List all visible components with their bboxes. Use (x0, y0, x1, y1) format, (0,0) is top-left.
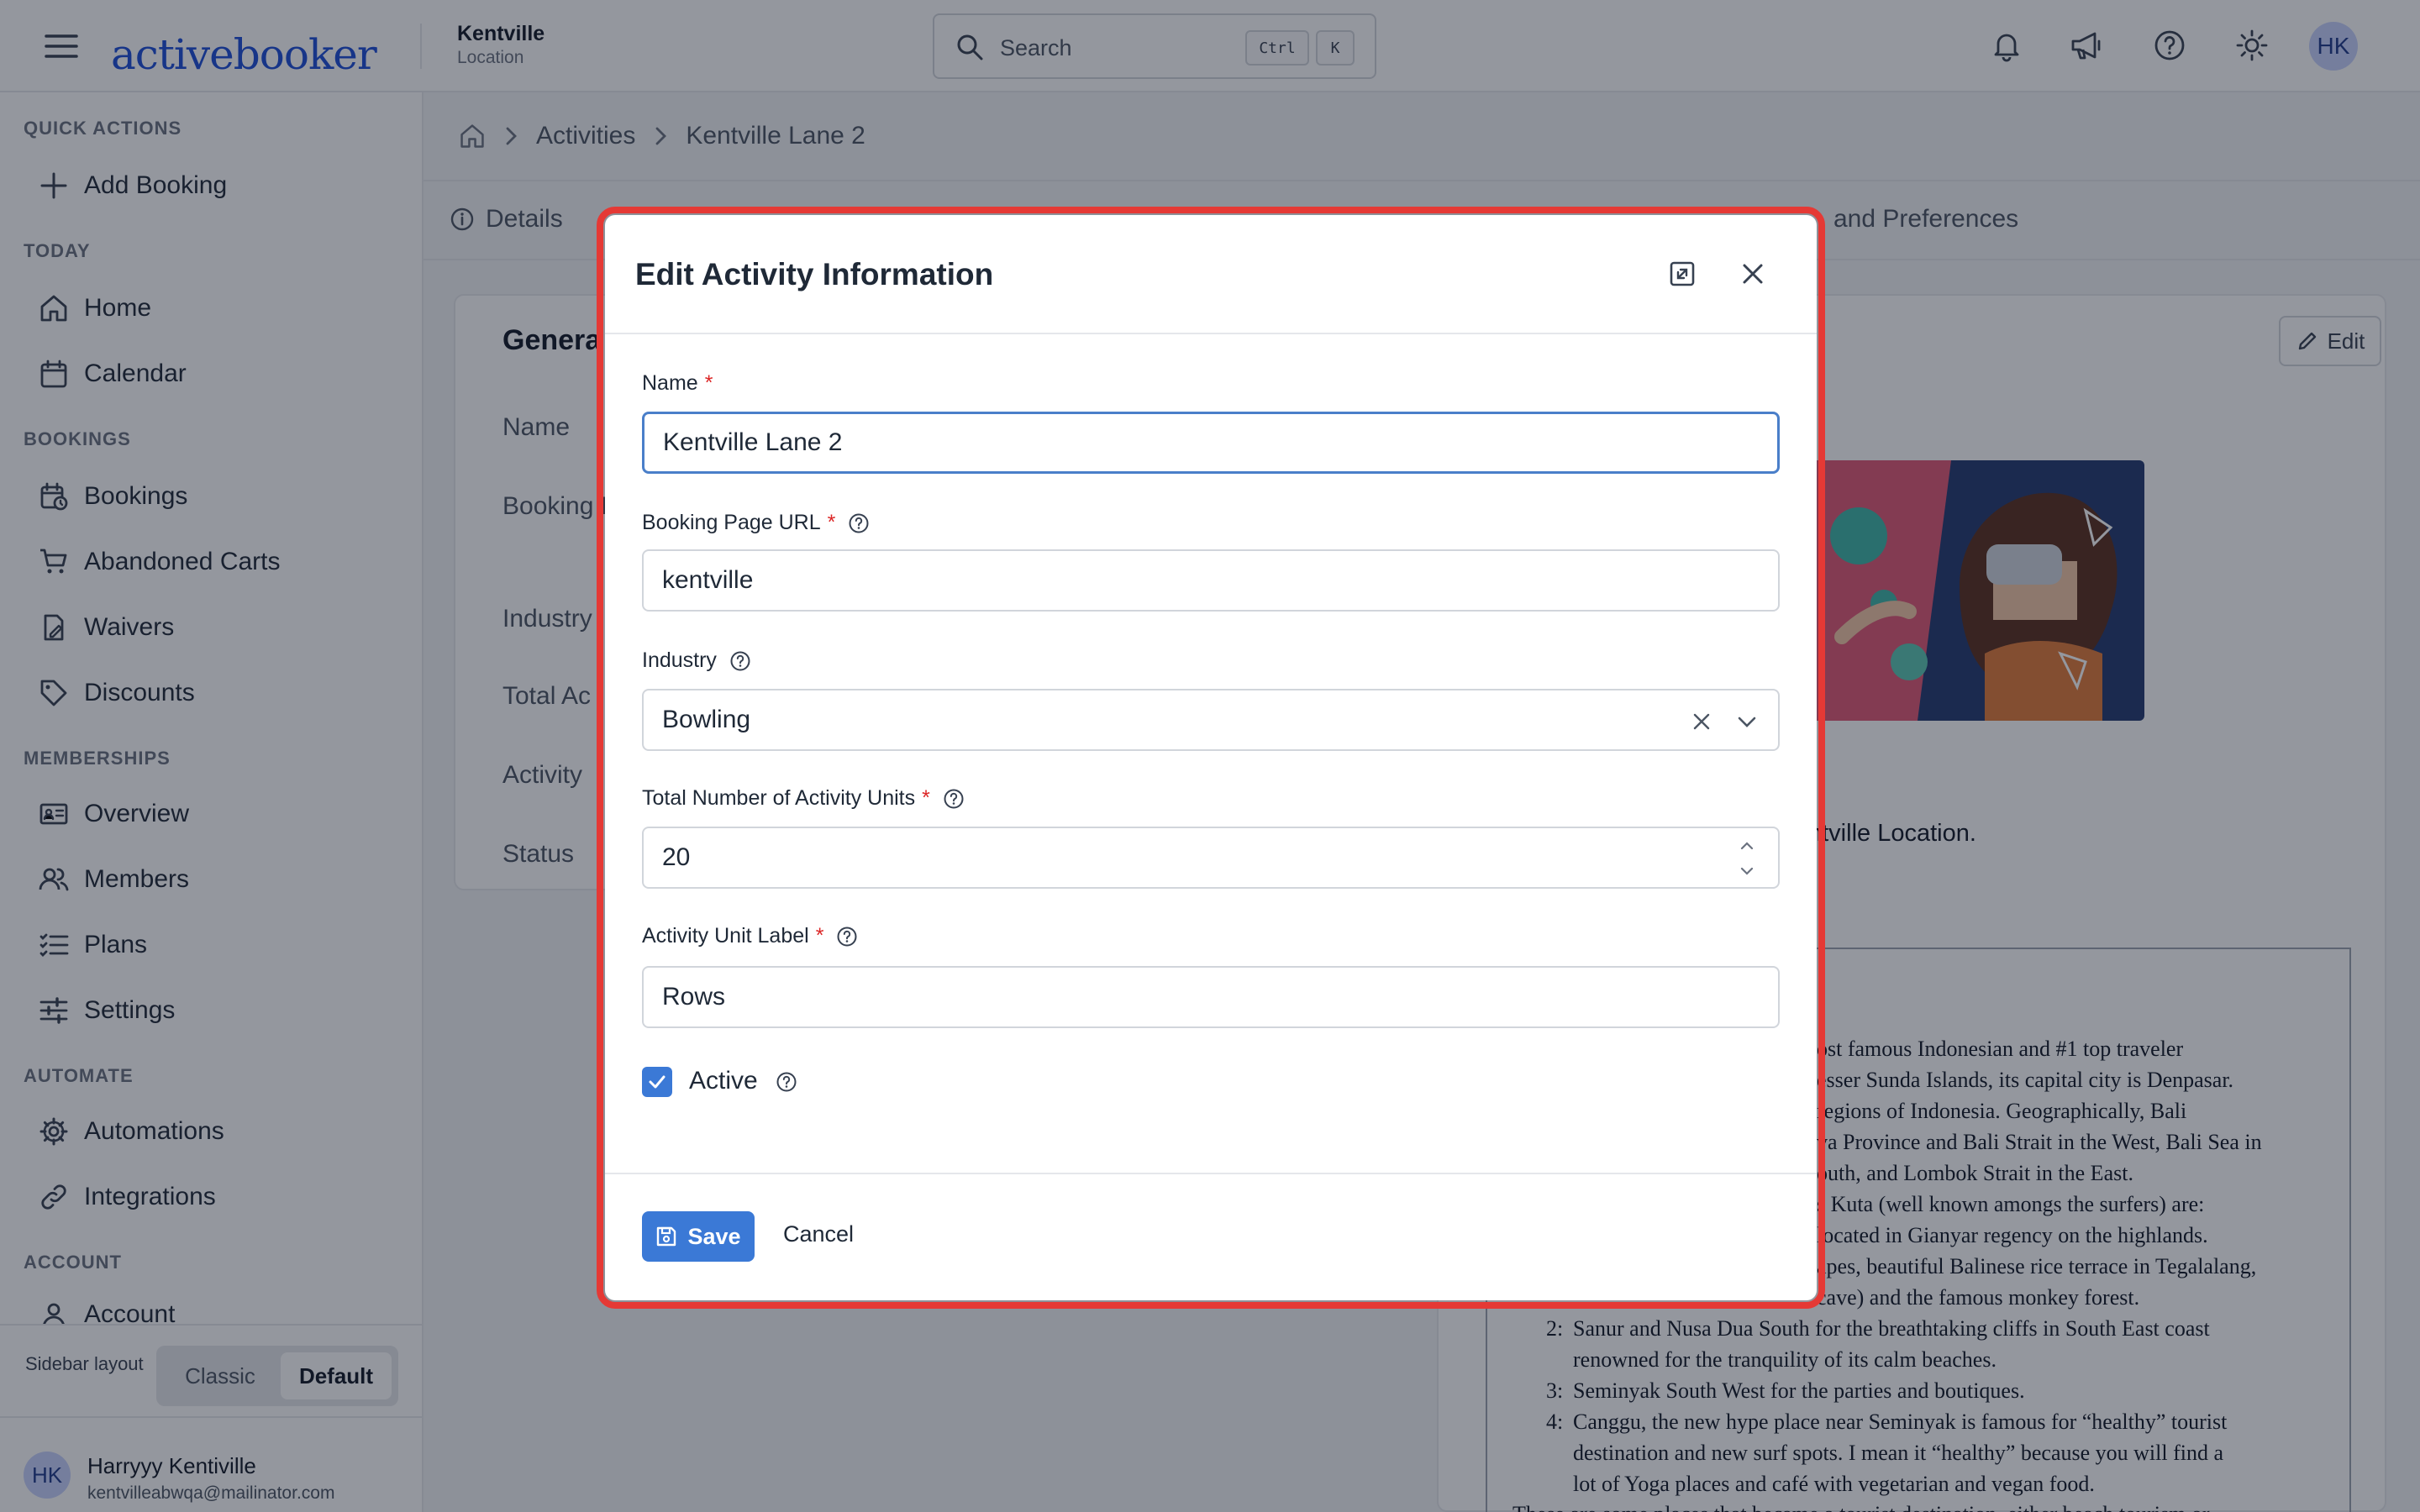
required-mark: * (815, 924, 824, 948)
divider (605, 1173, 1817, 1174)
help-circle-icon[interactable] (729, 649, 752, 673)
required-mark: * (922, 786, 930, 810)
expand-icon[interactable] (1665, 257, 1699, 291)
name-input[interactable]: Kentville Lane 2 (642, 412, 1780, 474)
modal-title: Edit Activity Information (635, 257, 994, 291)
units-label: Total Number of Activity Units * (642, 786, 965, 811)
check-icon (649, 1075, 666, 1089)
label-text: Name (642, 371, 698, 395)
help-circle-icon[interactable] (847, 512, 871, 535)
cancel-button[interactable]: Cancel (783, 1221, 854, 1247)
help-circle-icon[interactable] (775, 1070, 798, 1094)
active-label: Active (689, 1067, 758, 1095)
label-text: Activity Unit Label (642, 924, 809, 948)
floppy-disk-icon (655, 1226, 677, 1247)
save-button[interactable]: Save (642, 1211, 755, 1262)
save-label: Save (687, 1223, 741, 1249)
units-value: 20 (662, 843, 691, 871)
booking-url-label: Booking Page URL * (642, 511, 871, 535)
required-mark: * (827, 511, 836, 534)
label-text: Booking Page URL (642, 511, 821, 534)
stepper-arrows-icon[interactable] (1736, 835, 1758, 882)
chevron-down-icon[interactable] (1734, 709, 1760, 734)
divider (605, 333, 1817, 334)
label-text: Total Number of Activity Units (642, 786, 916, 810)
active-checkbox[interactable] (642, 1067, 672, 1097)
industry-value: Bowling (662, 706, 751, 733)
name-label: Name * (642, 371, 713, 396)
help-circle-icon[interactable] (942, 787, 965, 811)
industry-select[interactable]: Bowling (642, 689, 1780, 751)
close-icon[interactable] (1736, 257, 1770, 291)
label-text: Industry (642, 648, 717, 672)
units-number-input[interactable]: 20 (642, 827, 1780, 889)
unit-label-label: Activity Unit Label * (642, 924, 859, 948)
help-circle-icon[interactable] (835, 925, 859, 948)
unit-label-input[interactable]: Rows (642, 966, 1780, 1028)
industry-label: Industry (642, 648, 752, 673)
required-mark: * (704, 371, 713, 395)
clear-icon[interactable] (1689, 709, 1714, 734)
edit-activity-modal: Edit Activity Information Name * Kentvill… (605, 215, 1817, 1300)
booking-url-input[interactable]: kentville (642, 549, 1780, 612)
